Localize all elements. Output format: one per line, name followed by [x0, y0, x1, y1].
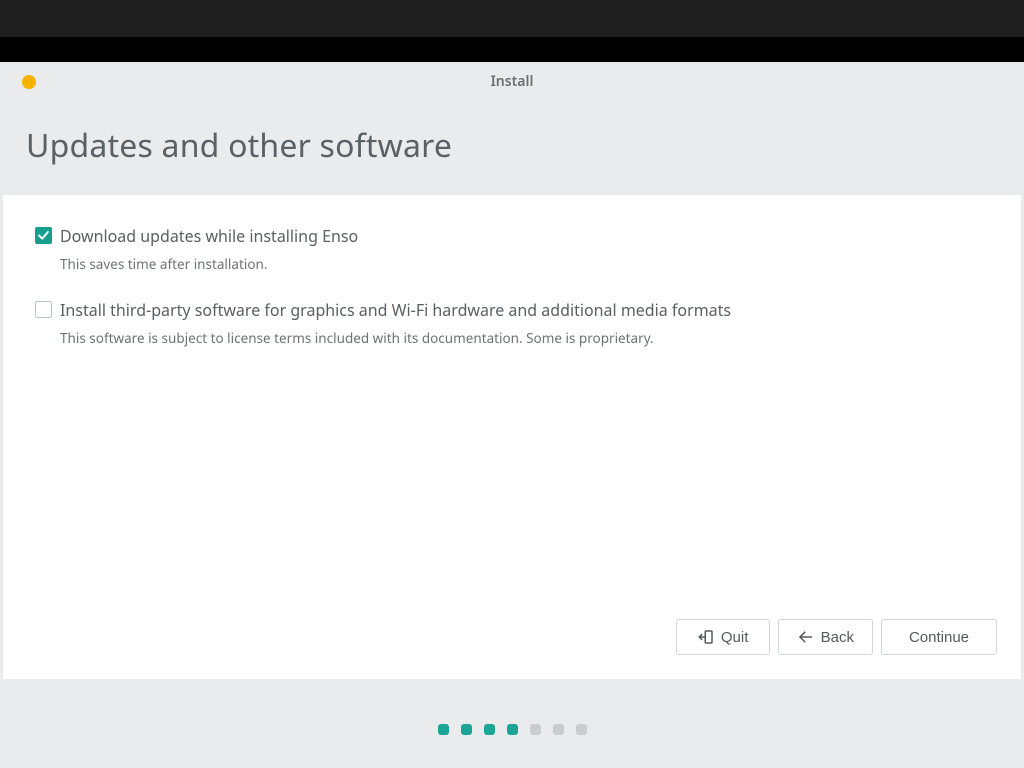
- step-dot-6: [553, 724, 564, 735]
- option-download-updates: Download updates while installing Enso: [35, 225, 993, 247]
- step-dot-3: [484, 724, 495, 735]
- window-shadow-strip: [0, 37, 1024, 62]
- download-updates-label[interactable]: Download updates while installing Enso: [60, 225, 358, 247]
- download-updates-checkbox[interactable]: [35, 227, 52, 244]
- step-dot-7: [576, 724, 587, 735]
- continue-button[interactable]: Continue: [881, 619, 997, 655]
- step-dot-2: [461, 724, 472, 735]
- download-updates-sub: This saves time after installation.: [60, 255, 993, 273]
- step-dot-4: [507, 724, 518, 735]
- logout-icon: [697, 628, 715, 646]
- third-party-checkbox[interactable]: [35, 301, 52, 318]
- third-party-sub: This software is subject to license term…: [60, 329, 993, 347]
- continue-button-label: Continue: [909, 629, 969, 646]
- window-title: Install: [491, 72, 534, 91]
- installer-window: Install Updates and other software Downl…: [0, 62, 1024, 768]
- back-button[interactable]: Back: [778, 619, 873, 655]
- back-button-label: Back: [821, 629, 854, 646]
- quit-button-label: Quit: [721, 629, 749, 646]
- window-titlebar: Install: [0, 62, 1024, 88]
- desktop-panel: [0, 0, 1024, 37]
- arrow-left-icon: [797, 628, 815, 646]
- quit-button[interactable]: Quit: [676, 619, 770, 655]
- third-party-label[interactable]: Install third-party software for graphic…: [60, 299, 731, 321]
- page-heading: Updates and other software: [26, 124, 998, 167]
- page-header: Updates and other software: [0, 88, 1024, 195]
- step-dot-5: [530, 724, 541, 735]
- nav-button-row: Quit Back Continue: [676, 619, 997, 655]
- content-panel: Download updates while installing Enso T…: [3, 195, 1021, 679]
- progress-footer: [0, 679, 1024, 768]
- window-minimize-dot[interactable]: [22, 75, 36, 89]
- check-icon: [36, 228, 51, 243]
- option-third-party: Install third-party software for graphic…: [35, 299, 993, 321]
- step-dot-1: [438, 724, 449, 735]
